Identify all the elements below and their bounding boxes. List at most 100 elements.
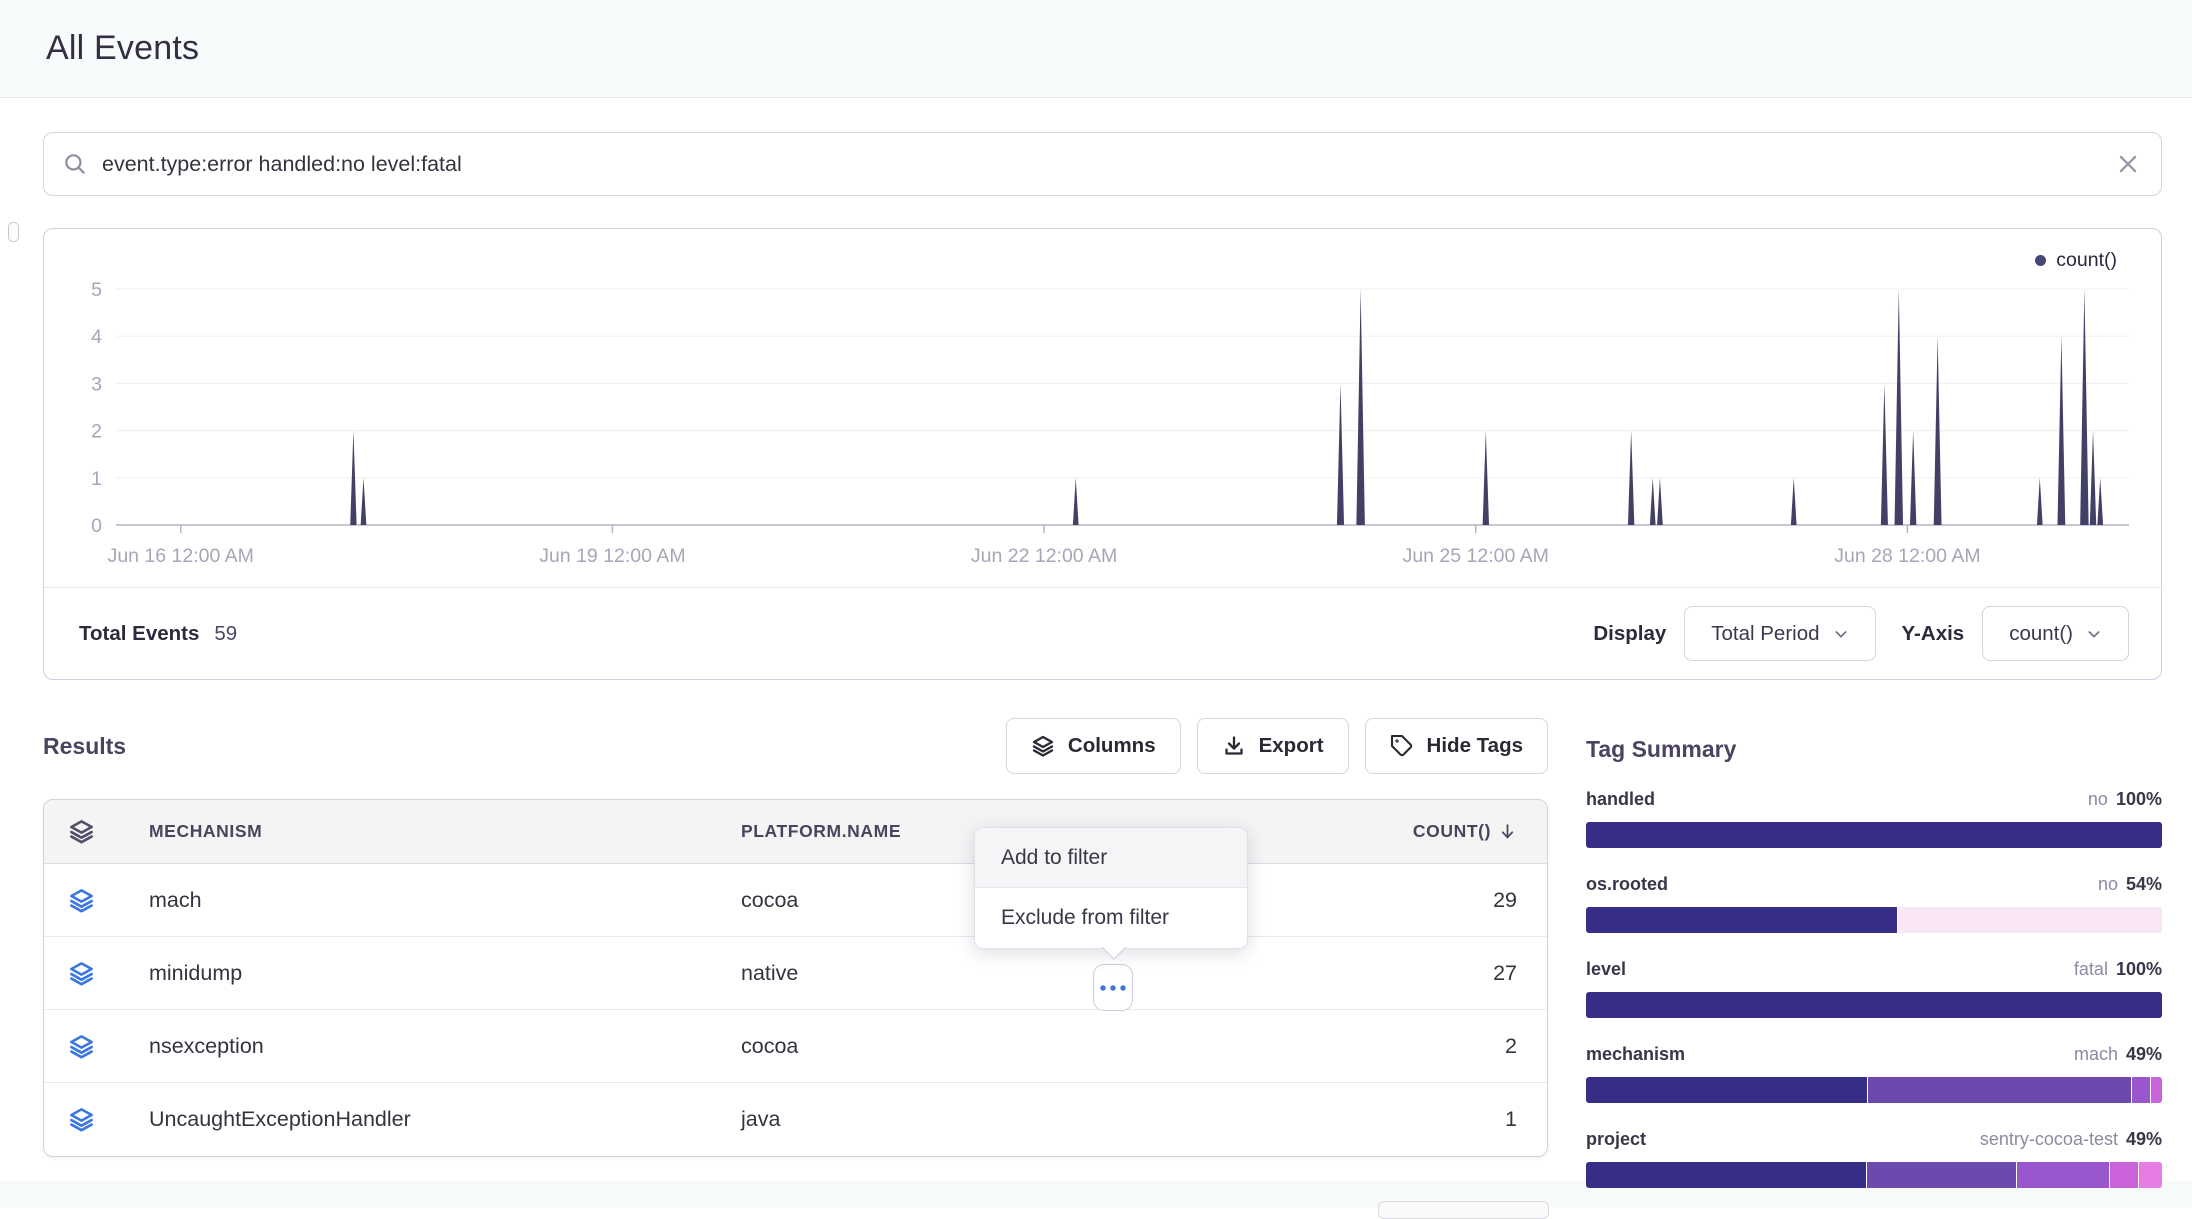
chevron-down-icon	[1833, 626, 1849, 642]
button-label: Columns	[1068, 734, 1156, 758]
tag-top-percent: 100%	[2116, 789, 2162, 809]
tag-bar-segment[interactable]	[2110, 1162, 2139, 1188]
display-label: Display	[1593, 622, 1666, 646]
layers-icon	[68, 887, 149, 914]
cell-count[interactable]: 27	[1493, 961, 1517, 986]
cell-count[interactable]: 29	[1493, 888, 1517, 913]
search-input[interactable]	[102, 152, 2101, 177]
tag-top-percent: 54%	[2126, 874, 2162, 894]
tag-distribution-bar[interactable]	[1586, 1162, 2162, 1188]
tag-name: project	[1586, 1129, 1646, 1150]
chart-spike	[1895, 289, 1904, 525]
legend-label: count()	[2056, 249, 2117, 272]
layers-icon	[68, 960, 149, 987]
tag-top-percent: 49%	[2126, 1044, 2162, 1064]
results-table: MECHANISM PLATFORM.NAME COUNT() machcoco…	[43, 799, 1548, 1157]
y-axis-tick-label: 2	[91, 421, 102, 443]
tag-summary-list: handledno100%os.rootedno54%levelfatal100…	[1586, 789, 2162, 1188]
x-axis-tick-label: Jun 16 12:00 AM	[108, 545, 254, 567]
chart-spike	[1073, 478, 1079, 525]
cell-platform[interactable]: cocoa	[741, 1034, 1317, 1059]
chart-spike	[2080, 289, 2089, 525]
hide-tags-button[interactable]: Hide Tags	[1365, 718, 1548, 774]
table-header-row: MECHANISM PLATFORM.NAME COUNT()	[44, 800, 1547, 864]
cell-count[interactable]: 2	[1505, 1034, 1517, 1059]
column-header-mechanism[interactable]: MECHANISM	[149, 821, 741, 842]
tag-top-percent: 49%	[2126, 1129, 2162, 1149]
tag-bar-segment[interactable]	[2151, 1077, 2162, 1103]
yaxis-selected-value: count()	[2009, 622, 2073, 646]
cell-mechanism[interactable]: nsexception	[149, 1034, 741, 1059]
cell-platform[interactable]: native	[741, 961, 1317, 986]
layers-icon	[68, 818, 149, 845]
button-label: Hide Tags	[1427, 734, 1523, 758]
display-select[interactable]: Total Period	[1684, 606, 1875, 661]
table-row[interactable]: nsexceptioncocoa 2	[44, 1010, 1547, 1083]
chart-footer: Total Events 59 Display Total Period Y-A…	[44, 587, 2161, 679]
chart-spike	[361, 478, 367, 525]
tag-name: level	[1586, 959, 1626, 980]
clear-search-icon[interactable]	[2115, 151, 2141, 177]
tag-bar-segment[interactable]	[1898, 907, 2163, 933]
tag-distribution-bar[interactable]	[1586, 822, 2162, 848]
cell-mechanism[interactable]: UncaughtExceptionHandler	[149, 1107, 741, 1132]
columns-button[interactable]: Columns	[1006, 718, 1181, 774]
tag-top-value: no	[2098, 874, 2118, 894]
table-row[interactable]: minidumpnative 27	[44, 937, 1547, 1010]
y-axis-tick-label: 3	[91, 373, 102, 395]
tag-bar-segment[interactable]	[2139, 1162, 2162, 1188]
tag-entry-os.rooted: os.rootedno54%	[1586, 874, 2162, 933]
search-bar[interactable]	[43, 132, 2162, 196]
chevron-down-icon	[2086, 626, 2102, 642]
chart-spike	[1650, 478, 1656, 525]
page-header: All Events	[0, 0, 2192, 98]
cell-platform[interactable]: java	[741, 1107, 1317, 1132]
total-events-value: 59	[214, 622, 237, 646]
tag-bar-segment[interactable]	[1586, 907, 1897, 933]
tag-name: mechanism	[1586, 1044, 1685, 1065]
events-chart[interactable]: 012345Jun 16 12:00 AMJun 19 12:00 AMJun …	[44, 229, 2160, 589]
layers-icon	[1031, 734, 1055, 758]
results-heading: Results	[43, 733, 126, 760]
table-row[interactable]: UncaughtExceptionHandlerjava 1	[44, 1083, 1547, 1156]
events-chart-panel: 012345Jun 16 12:00 AMJun 19 12:00 AMJun …	[43, 228, 2162, 680]
pagination-controls[interactable]	[1378, 1201, 1549, 1219]
tag-entry-handled: handledno100%	[1586, 789, 2162, 848]
yaxis-select[interactable]: count()	[1982, 606, 2129, 661]
cell-mechanism[interactable]: mach	[149, 888, 741, 913]
x-axis-tick-label: Jun 19 12:00 AM	[539, 545, 685, 567]
menu-item-exclude-from-filter[interactable]: Exclude from filter	[975, 888, 1247, 948]
button-label: Export	[1259, 734, 1324, 758]
tag-bar-segment[interactable]	[1586, 822, 2162, 848]
tag-distribution-bar[interactable]	[1586, 1077, 2162, 1103]
download-icon	[1222, 734, 1246, 758]
chart-legend[interactable]: count()	[2035, 249, 2117, 272]
count-header-label: COUNT()	[1413, 821, 1491, 842]
menu-item-add-to-filter[interactable]: Add to filter	[975, 828, 1247, 888]
tag-distribution-bar[interactable]	[1586, 907, 2162, 933]
tag-bar-segment[interactable]	[1867, 1162, 2016, 1188]
tag-name: handled	[1586, 789, 1655, 810]
chart-spike	[2097, 478, 2103, 525]
tag-bar-segment[interactable]	[2132, 1077, 2149, 1103]
tag-bar-segment[interactable]	[1586, 992, 2162, 1018]
tag-bar-segment[interactable]	[1868, 1077, 2132, 1103]
column-header-count[interactable]: COUNT()	[1413, 821, 1517, 842]
cell-count[interactable]: 1	[1505, 1107, 1517, 1132]
page-title: All Events	[46, 29, 199, 68]
tag-distribution-bar[interactable]	[1586, 992, 2162, 1018]
table-row[interactable]: machcocoa29	[44, 864, 1547, 937]
export-button[interactable]: Export	[1197, 718, 1349, 774]
chart-spike	[1356, 289, 1365, 525]
tag-bar-segment[interactable]	[1586, 1162, 1866, 1188]
cell-actions-button[interactable]	[1093, 964, 1133, 1011]
x-axis-tick-label: Jun 28 12:00 AM	[1834, 545, 1980, 567]
layers-icon	[68, 1106, 149, 1133]
yaxis-label: Y-Axis	[1902, 622, 1965, 646]
chart-spike	[1337, 383, 1344, 525]
cell-mechanism[interactable]: minidump	[149, 961, 741, 986]
tag-bar-segment[interactable]	[2017, 1162, 2109, 1188]
tag-top-value: sentry-cocoa-test	[1980, 1129, 2118, 1149]
y-axis-tick-label: 4	[91, 326, 102, 348]
tag-bar-segment[interactable]	[1586, 1077, 1867, 1103]
